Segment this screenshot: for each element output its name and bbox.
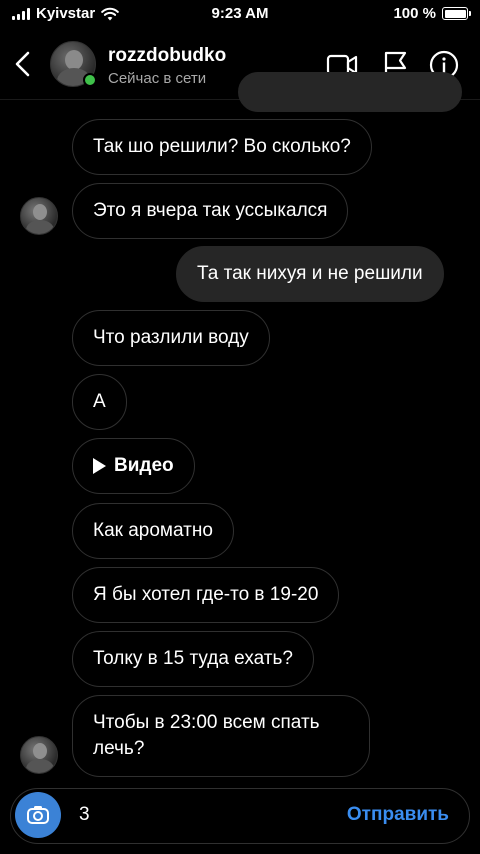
battery-icon [442,7,471,20]
video-label: Видео [114,455,174,476]
message-text: Так шо решили? Во сколько? [93,136,351,157]
message-text: Что разлили воду [93,327,249,348]
battery-percent: 100 % [393,5,436,22]
play-icon [93,458,106,474]
online-status: Сейчас в сети [108,70,207,87]
message-text: Как ароматно [93,520,213,541]
message-text: А [93,391,106,412]
sender-avatar[interactable] [20,736,58,774]
contact-username[interactable]: rozzdobudko [108,45,226,67]
message-bubble[interactable]: Что разлили воду [72,310,270,366]
send-button[interactable]: Отправить [347,804,449,826]
message-bubble[interactable]: Как ароматно [72,503,234,559]
message-bubble[interactable]: Я бы хотел где-то в 19-20 [72,567,340,623]
message-bubble[interactable]: Так шо решили? Во сколько? [72,119,372,175]
online-indicator [83,73,97,87]
message-bubble[interactable]: Чтобы в 23:00 всем спать лечь? [72,695,370,777]
message-text: Это я вчера так уссыкался [93,200,328,221]
status-bar: Kyivstar 9:23 AM 100 % [0,0,480,28]
video-message-bubble[interactable]: Видео [72,438,195,494]
message-bubble[interactable]: А [72,374,127,430]
message-input[interactable]: 3 [79,804,90,826]
camera-icon [27,806,49,824]
message-bubble[interactable]: Толку в 15 туда ехать? [72,631,314,687]
status-bar-right: 100 % [393,5,471,22]
message-composer: 3 Отправить [10,788,470,844]
message-text: Та так нихуя и не решили [197,263,423,284]
message-text: Толку в 15 туда ехать? [93,648,293,669]
sender-avatar[interactable] [20,197,58,235]
back-arrow-icon[interactable] [10,48,38,80]
message-bubble-partial [238,72,462,112]
message-text: Я бы хотел где-то в 19-20 [93,584,319,605]
message-text: Чтобы в 23:00 всем спать лечь? [93,712,320,759]
message-bubble[interactable]: Это я вчера так уссыкался [72,183,349,239]
camera-button[interactable] [15,792,61,838]
message-bubble-outgoing[interactable]: Та так нихуя и не решили [176,246,444,302]
